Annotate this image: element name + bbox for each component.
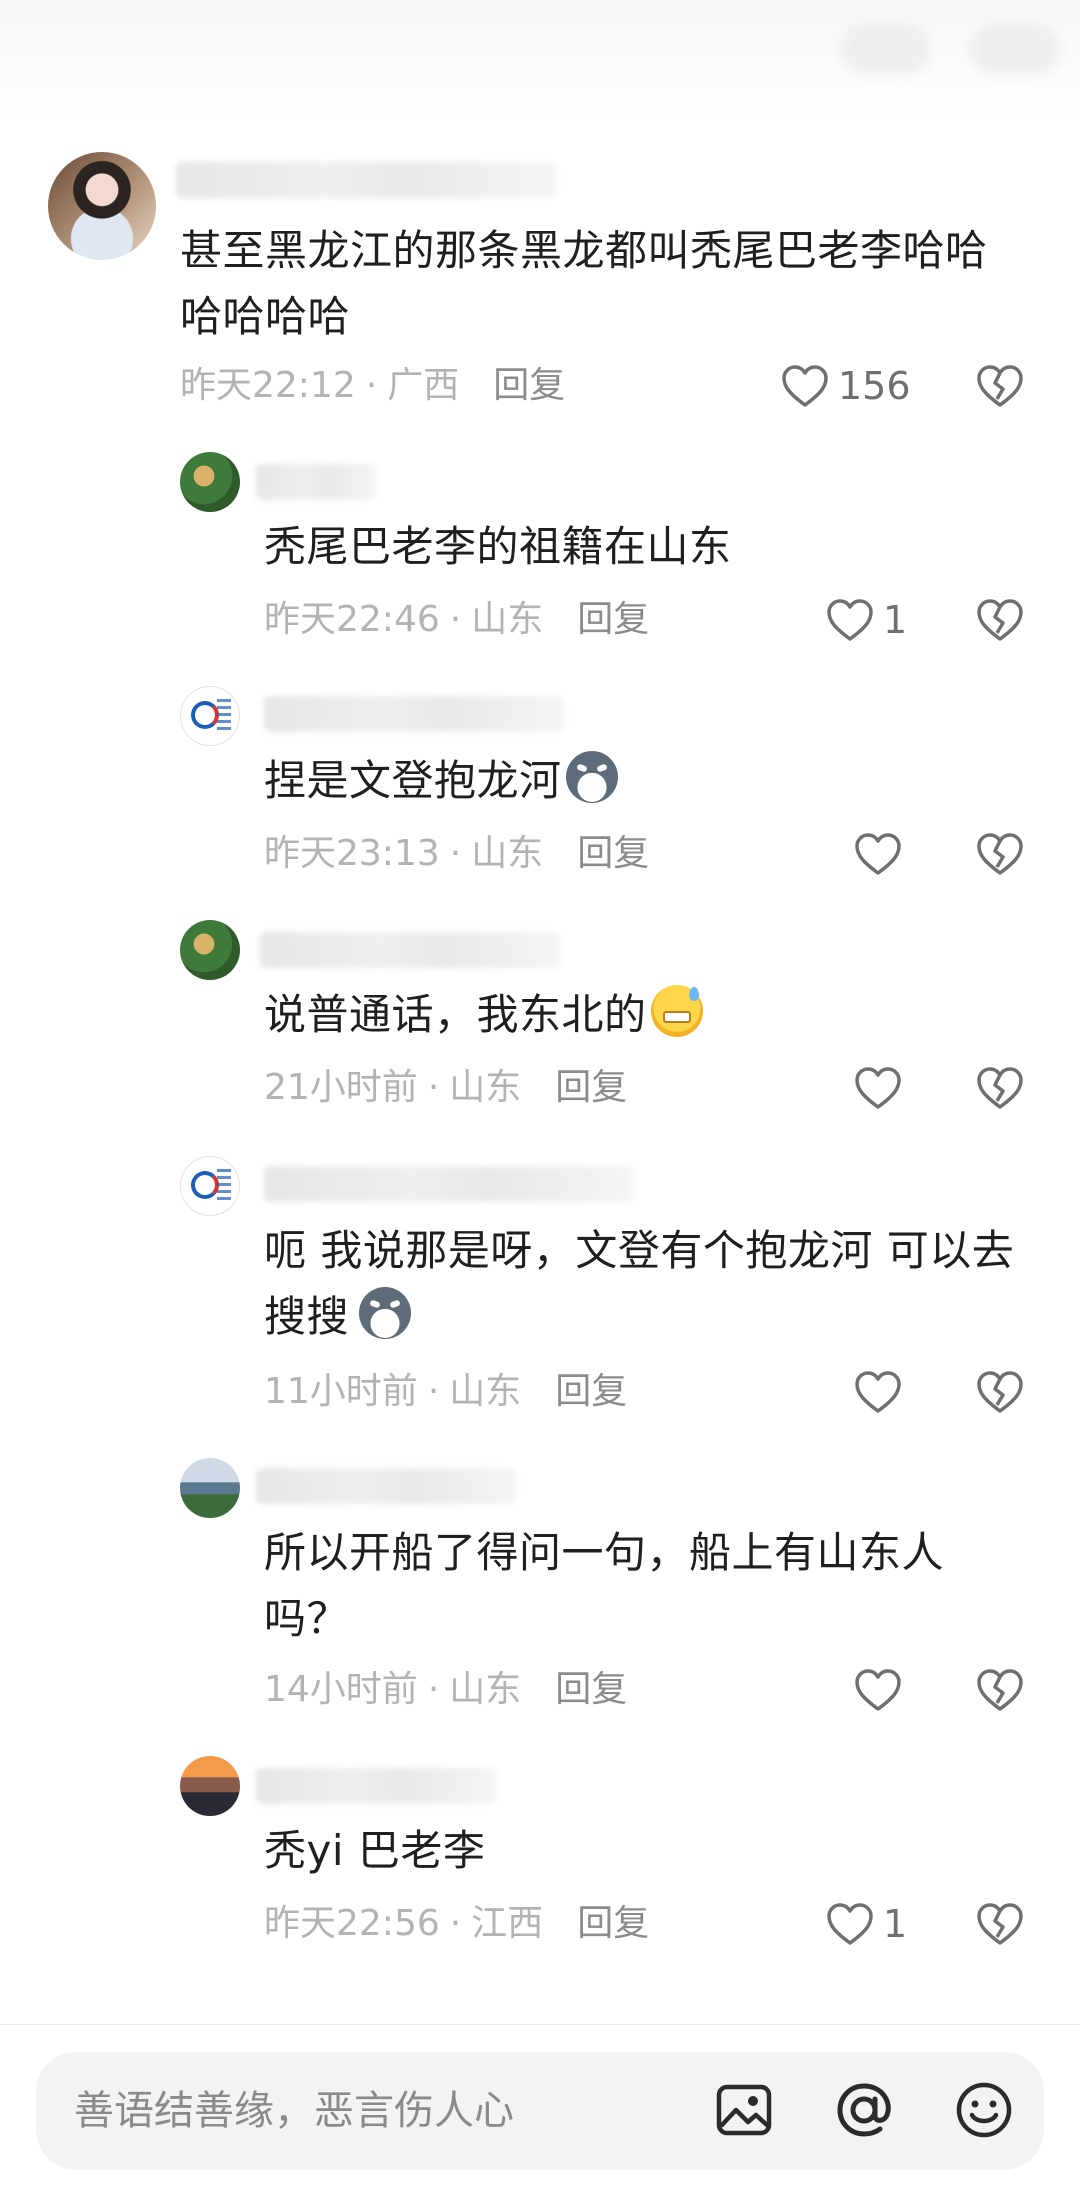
username-blurred[interactable]: [264, 1166, 634, 1202]
avatar[interactable]: [180, 452, 240, 512]
broken-heart-icon[interactable]: [975, 597, 1025, 643]
heart-outline-icon: [827, 599, 873, 641]
like-button[interactable]: 156: [780, 362, 911, 410]
emoji-icon[interactable]: [952, 2078, 1016, 2142]
meta-separator: ·: [427, 1371, 440, 1412]
blurred-header-shape: [970, 24, 1060, 74]
comment-location: 山东: [471, 833, 544, 874]
comment-location: 山东: [449, 1669, 522, 1710]
comment-meta: 21小时前 · 山东 回复: [264, 1064, 627, 1112]
like-count: 1: [883, 1902, 908, 1946]
like-button[interactable]: [853, 1064, 911, 1112]
meta-separator: ·: [365, 365, 378, 406]
reply-button[interactable]: 回复: [555, 1067, 627, 1108]
wolf-emoji-icon: [359, 1287, 412, 1339]
comment-time: 昨天22:46: [264, 599, 440, 640]
comment-text: 秃yi 巴老李: [264, 1826, 486, 1875]
broken-heart-icon[interactable]: [975, 363, 1025, 409]
like-count: 156: [838, 364, 911, 408]
like-button[interactable]: 1: [825, 596, 907, 644]
like-button[interactable]: 1: [825, 1900, 907, 1948]
grinning-sweat-emoji-icon: [650, 985, 703, 1037]
comment-text: 捏是文登抱龙河: [264, 748, 1024, 814]
reply-button[interactable]: 回复: [555, 1669, 627, 1710]
like-button[interactable]: [853, 1368, 911, 1416]
comment-location: 山东: [449, 1371, 522, 1412]
heart-outline-icon: [782, 365, 828, 407]
heart-outline-icon: [827, 1903, 873, 1945]
comment-time: 21小时前: [264, 1067, 418, 1108]
meta-separator: ·: [449, 599, 462, 640]
comment-time: 昨天22:12: [180, 365, 356, 406]
blurred-header-shape: [840, 24, 930, 74]
reply-button[interactable]: 回复: [577, 599, 649, 640]
heart-outline-icon: [855, 1669, 901, 1711]
comment-location: 江西: [471, 1903, 544, 1944]
avatar[interactable]: [180, 1156, 240, 1216]
broken-heart-icon[interactable]: [975, 1065, 1025, 1111]
reply-button[interactable]: 回复: [493, 365, 565, 406]
comment-time: 14小时前: [264, 1669, 418, 1710]
comment-meta: 11小时前 · 山东 回复: [264, 1368, 627, 1416]
reply-button[interactable]: 回复: [577, 1903, 649, 1944]
comment-text: 秃尾巴老李的祖籍在山东: [264, 522, 732, 571]
comment-text: 呃 我说那是呀，文登有个抱龙河 可以去搜搜: [264, 1218, 1034, 1350]
avatar[interactable]: [180, 920, 240, 980]
wolf-emoji-icon: [565, 751, 618, 803]
username-blurred[interactable]: [176, 162, 556, 198]
heart-outline-icon: [855, 1371, 901, 1413]
comment-meta: 14小时前 · 山东 回复: [264, 1666, 627, 1714]
meta-separator: ·: [427, 1669, 440, 1710]
broken-heart-icon[interactable]: [975, 1667, 1025, 1713]
broken-heart-icon[interactable]: [975, 831, 1025, 877]
comment-meta: 昨天22:56 · 江西 回复: [264, 1900, 649, 1948]
input-divider: [0, 2024, 1080, 2025]
username-blurred[interactable]: [260, 932, 560, 968]
heart-outline-icon: [855, 1067, 901, 1109]
like-button[interactable]: [853, 830, 911, 878]
reply-button[interactable]: 回复: [555, 1371, 627, 1412]
comment-meta: 昨天23:13 · 山东 回复: [264, 830, 649, 878]
comment-location: 山东: [471, 599, 544, 640]
comment-text-content: 说普通话，我东北的: [264, 990, 647, 1039]
comment-input-placeholder: 善语结善缘，恶言伤人心: [74, 2088, 514, 2134]
meta-separator: ·: [449, 1903, 462, 1944]
reply-button[interactable]: 回复: [577, 833, 649, 874]
comment-meta: 昨天22:46 · 山东 回复: [264, 596, 649, 644]
like-button[interactable]: [853, 1666, 911, 1714]
comment-text-content: 捏是文登抱龙河: [264, 756, 562, 805]
username-blurred[interactable]: [256, 1768, 496, 1804]
username-blurred[interactable]: [256, 1468, 516, 1504]
broken-heart-icon[interactable]: [975, 1369, 1025, 1415]
image-icon[interactable]: [712, 2078, 776, 2142]
avatar[interactable]: [180, 1756, 240, 1816]
like-count: 1: [883, 598, 908, 642]
at-icon[interactable]: [832, 2078, 896, 2142]
avatar[interactable]: [180, 1458, 240, 1518]
comment-location: 山东: [449, 1067, 522, 1108]
meta-separator: ·: [449, 833, 462, 874]
comment-text: 说普通话，我东北的: [264, 982, 1024, 1048]
username-blurred[interactable]: [256, 464, 376, 500]
comment-time: 11小时前: [264, 1371, 418, 1412]
heart-outline-icon: [855, 833, 901, 875]
comment-meta: 昨天22:12 · 广西 回复: [180, 362, 565, 410]
comment-text: 所以开船了得问一句，船上有山东人吗？: [264, 1528, 945, 1643]
username-blurred[interactable]: [264, 696, 564, 732]
comment-text: 甚至黑龙江的那条黑龙都叫秃尾巴老李哈哈哈哈哈哈: [180, 226, 988, 341]
meta-separator: ·: [427, 1067, 440, 1108]
comment-location: 广西: [387, 365, 460, 406]
broken-heart-icon[interactable]: [975, 1901, 1025, 1947]
comment-time: 昨天23:13: [264, 833, 440, 874]
comment-time: 昨天22:56: [264, 1903, 440, 1944]
avatar[interactable]: [48, 152, 156, 260]
comment-input[interactable]: 善语结善缘，恶言伤人心: [36, 2052, 1044, 2170]
avatar[interactable]: [180, 686, 240, 746]
